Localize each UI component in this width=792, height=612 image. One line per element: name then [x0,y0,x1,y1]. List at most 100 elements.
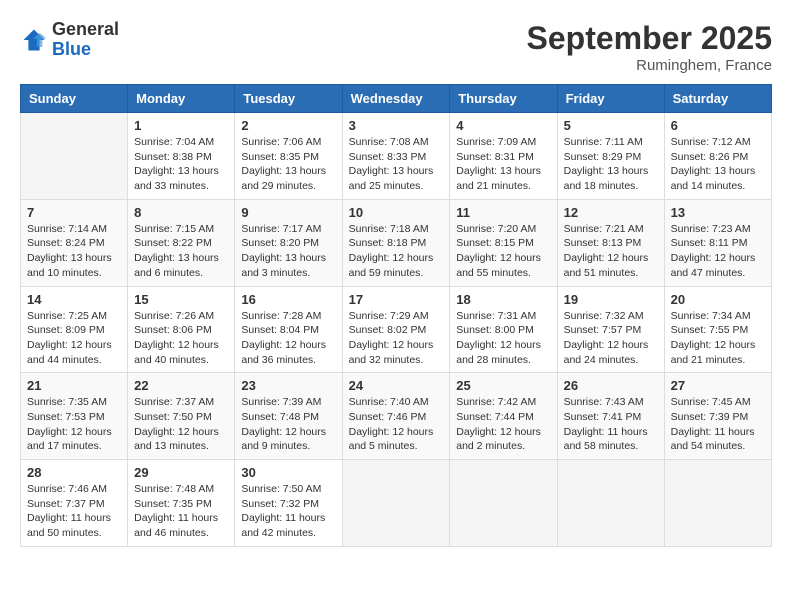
day-number: 20 [671,292,765,307]
day-number: 28 [27,465,121,480]
day-number: 23 [241,378,335,393]
weekday-header-thursday: Thursday [450,85,557,113]
weekday-header-monday: Monday [128,85,235,113]
day-number: 5 [564,118,658,133]
week-row-4: 21 Sunrise: 7:35 AM Sunset: 7:53 PM Dayli… [21,373,772,460]
day-number: 10 [349,205,444,220]
day-number: 24 [349,378,444,393]
calendar-cell: 14 Sunrise: 7:25 AM Sunset: 8:09 PM Dayli… [21,286,128,373]
day-number: 22 [134,378,228,393]
month-title: September 2025 [527,20,772,57]
day-info: Sunrise: 7:50 AM Sunset: 7:32 PM Dayligh… [241,482,335,541]
day-info: Sunrise: 7:29 AM Sunset: 8:02 PM Dayligh… [349,309,444,368]
day-info: Sunrise: 7:45 AM Sunset: 7:39 PM Dayligh… [671,395,765,454]
title-block: September 2025 Ruminghem, France [527,20,772,74]
week-row-3: 14 Sunrise: 7:25 AM Sunset: 8:09 PM Dayli… [21,286,772,373]
day-number: 7 [27,205,121,220]
logo-blue: Blue [52,40,119,60]
day-number: 30 [241,465,335,480]
logo-general: General [52,20,119,40]
week-row-5: 28 Sunrise: 7:46 AM Sunset: 7:37 PM Dayli… [21,460,772,547]
day-number: 4 [456,118,550,133]
calendar-cell: 8 Sunrise: 7:15 AM Sunset: 8:22 PM Daylig… [128,199,235,286]
day-number: 9 [241,205,335,220]
day-number: 16 [241,292,335,307]
day-info: Sunrise: 7:11 AM Sunset: 8:29 PM Dayligh… [564,135,658,194]
day-number: 13 [671,205,765,220]
day-info: Sunrise: 7:17 AM Sunset: 8:20 PM Dayligh… [241,222,335,281]
weekday-header-friday: Friday [557,85,664,113]
calendar-cell: 27 Sunrise: 7:45 AM Sunset: 7:39 PM Dayli… [664,373,771,460]
calendar-cell: 25Sunrise: 7:42 AM Sunset: 7:44 PM Dayli… [450,373,557,460]
calendar-cell: 9 Sunrise: 7:17 AM Sunset: 8:20 PM Daylig… [235,199,342,286]
day-info: Sunrise: 7:34 AM Sunset: 7:55 PM Dayligh… [671,309,765,368]
day-number: 8 [134,205,228,220]
logo-text: General Blue [52,20,119,60]
calendar-cell: 28 Sunrise: 7:46 AM Sunset: 7:37 PM Dayli… [21,460,128,547]
calendar-cell: 23 Sunrise: 7:39 AM Sunset: 7:48 PM Dayli… [235,373,342,460]
day-info: Sunrise: 7:43 AM Sunset: 7:41 PM Dayligh… [564,395,658,454]
calendar-cell [450,460,557,547]
calendar-cell [664,460,771,547]
day-info: Sunrise: 7:08 AM Sunset: 8:33 PM Dayligh… [349,135,444,194]
day-info: Sunrise: 7:23 AM Sunset: 8:11 PM Dayligh… [671,222,765,281]
calendar-cell: 21 Sunrise: 7:35 AM Sunset: 7:53 PM Dayli… [21,373,128,460]
calendar-cell: 18 Sunrise: 7:31 AM Sunset: 8:00 PM Dayli… [450,286,557,373]
day-number: 3 [349,118,444,133]
day-info: Sunrise: 7:14 AM Sunset: 8:24 PM Dayligh… [27,222,121,281]
calendar-cell: 22 Sunrise: 7:37 AM Sunset: 7:50 PM Dayli… [128,373,235,460]
calendar-cell: 7 Sunrise: 7:14 AM Sunset: 8:24 PM Daylig… [21,199,128,286]
day-info: Sunrise: 7:21 AM Sunset: 8:13 PM Dayligh… [564,222,658,281]
day-info: Sunrise: 7:04 AM Sunset: 8:38 PM Dayligh… [134,135,228,194]
day-number: 14 [27,292,121,307]
calendar-cell: 20 Sunrise: 7:34 AM Sunset: 7:55 PM Dayli… [664,286,771,373]
day-info: Sunrise: 7:18 AM Sunset: 8:18 PM Dayligh… [349,222,444,281]
day-number: 15 [134,292,228,307]
calendar-cell: 13 Sunrise: 7:23 AM Sunset: 8:11 PM Dayli… [664,199,771,286]
logo: General Blue [20,20,119,60]
day-info: Sunrise: 7:46 AM Sunset: 7:37 PM Dayligh… [27,482,121,541]
day-info: Sunrise: 7:25 AM Sunset: 8:09 PM Dayligh… [27,309,121,368]
day-info: Sunrise: 7:31 AM Sunset: 8:00 PM Dayligh… [456,309,550,368]
day-number: 2 [241,118,335,133]
day-number: 21 [27,378,121,393]
day-number: 18 [456,292,550,307]
day-number: 26 [564,378,658,393]
day-number: 29 [134,465,228,480]
calendar-cell: 12Sunrise: 7:21 AM Sunset: 8:13 PM Dayli… [557,199,664,286]
calendar-cell: 4Sunrise: 7:09 AM Sunset: 8:31 PM Daylig… [450,113,557,200]
page-header: General Blue September 2025 Ruminghem, F… [20,20,772,74]
calendar-cell: 1 Sunrise: 7:04 AM Sunset: 8:38 PM Daylig… [128,113,235,200]
calendar-cell: 15Sunrise: 7:26 AM Sunset: 8:06 PM Dayli… [128,286,235,373]
day-info: Sunrise: 7:35 AM Sunset: 7:53 PM Dayligh… [27,395,121,454]
weekday-header-saturday: Saturday [664,85,771,113]
day-info: Sunrise: 7:40 AM Sunset: 7:46 PM Dayligh… [349,395,444,454]
calendar-cell: 16 Sunrise: 7:28 AM Sunset: 8:04 PM Dayli… [235,286,342,373]
day-info: Sunrise: 7:39 AM Sunset: 7:48 PM Dayligh… [241,395,335,454]
day-info: Sunrise: 7:15 AM Sunset: 8:22 PM Dayligh… [134,222,228,281]
day-info: Sunrise: 7:28 AM Sunset: 8:04 PM Dayligh… [241,309,335,368]
week-row-1: 1 Sunrise: 7:04 AM Sunset: 8:38 PM Daylig… [21,113,772,200]
day-info: Sunrise: 7:42 AM Sunset: 7:44 PM Dayligh… [456,395,550,454]
calendar-cell: 29 Sunrise: 7:48 AM Sunset: 7:35 PM Dayli… [128,460,235,547]
location-subtitle: Ruminghem, France [527,57,772,74]
day-info: Sunrise: 7:48 AM Sunset: 7:35 PM Dayligh… [134,482,228,541]
day-number: 17 [349,292,444,307]
calendar-cell: 10 Sunrise: 7:18 AM Sunset: 8:18 PM Dayli… [342,199,450,286]
calendar-cell: 24 Sunrise: 7:40 AM Sunset: 7:46 PM Dayli… [342,373,450,460]
day-info: Sunrise: 7:06 AM Sunset: 8:35 PM Dayligh… [241,135,335,194]
day-info: Sunrise: 7:32 AM Sunset: 7:57 PM Dayligh… [564,309,658,368]
day-number: 11 [456,205,550,220]
weekday-header-sunday: Sunday [21,85,128,113]
calendar-cell [557,460,664,547]
weekday-header-wednesday: Wednesday [342,85,450,113]
calendar-cell [342,460,450,547]
day-number: 1 [134,118,228,133]
calendar-cell: 17 Sunrise: 7:29 AM Sunset: 8:02 PM Dayli… [342,286,450,373]
day-number: 27 [671,378,765,393]
calendar-cell: 3 Sunrise: 7:08 AM Sunset: 8:33 PM Daylig… [342,113,450,200]
calendar-cell: 2 Sunrise: 7:06 AM Sunset: 8:35 PM Daylig… [235,113,342,200]
day-info: Sunrise: 7:37 AM Sunset: 7:50 PM Dayligh… [134,395,228,454]
calendar-cell: 30 Sunrise: 7:50 AM Sunset: 7:32 PM Dayli… [235,460,342,547]
calendar-table: SundayMondayTuesdayWednesdayThursdayFrid… [20,84,772,547]
